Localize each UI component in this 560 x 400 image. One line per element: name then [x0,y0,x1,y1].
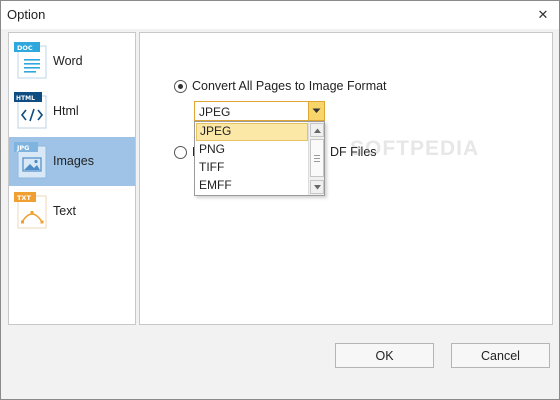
dropdown-option-jpeg[interactable]: JPEG [196,123,308,141]
dialog-title: Option [7,7,46,22]
html-code-icon: HTML [14,92,47,129]
dropdown-option-png[interactable]: PNG [196,141,308,159]
combo-selected-value: JPEG [199,105,231,119]
combo-dropdown-button[interactable] [308,102,324,120]
chevron-up-icon [313,128,321,133]
sidebar-item-html[interactable]: HTML Html [9,87,135,136]
scrollbar-thumb[interactable] [310,139,324,177]
scroll-up-button[interactable] [310,123,324,137]
format-dropdown-list: JPEG PNG TIFF EMFF [194,121,325,196]
svg-text:HTML: HTML [16,95,35,102]
chevron-down-icon [312,108,321,113]
title-bar: Option ✕ [1,1,559,29]
sidebar-item-text[interactable]: TXT Text [9,187,135,236]
dropdown-scrollbar[interactable] [308,122,324,195]
dropdown-option-emff[interactable]: EMFF [196,177,308,195]
svg-text:DOC: DOC [17,44,33,52]
dialog-body: DOC Word HTML Html JPG Images TXT Text C… [1,29,559,399]
extract-images-label-end: DF Files [330,145,377,159]
cancel-button[interactable]: Cancel [451,343,550,368]
sidebar-item-word[interactable]: DOC Word [9,37,135,86]
format-sidebar: DOC Word HTML Html JPG Images TXT Text [8,32,136,325]
image-options-panel: Convert All Pages to Image Format E DF F… [139,32,553,325]
text-file-icon: TXT [14,192,47,229]
sidebar-item-label: Text [53,204,76,218]
scroll-down-button[interactable] [310,180,324,194]
sidebar-item-images[interactable]: JPG Images [9,137,135,186]
close-button[interactable]: ✕ [533,5,553,25]
convert-pages-radio[interactable] [174,80,187,93]
svg-text:JPG: JPG [16,144,30,152]
sidebar-item-label: Word [53,54,83,68]
dropdown-option-tiff[interactable]: TIFF [196,159,308,177]
sidebar-item-label: Html [53,104,79,118]
word-doc-icon: DOC [14,42,47,79]
image-file-icon: JPG [14,142,47,179]
image-format-combo[interactable]: JPEG [194,101,325,121]
convert-pages-label: Convert All Pages to Image Format [192,79,387,93]
option-dialog: Option ✕ DOC Word HTML Html JPG Images T… [0,0,560,400]
ok-button[interactable]: OK [335,343,434,368]
svg-text:TXT: TXT [17,194,31,202]
close-icon: ✕ [537,7,549,22]
extract-images-radio[interactable] [174,146,187,159]
sidebar-item-label: Images [53,154,94,168]
grip-icon [314,154,320,162]
chevron-down-icon [313,184,321,189]
